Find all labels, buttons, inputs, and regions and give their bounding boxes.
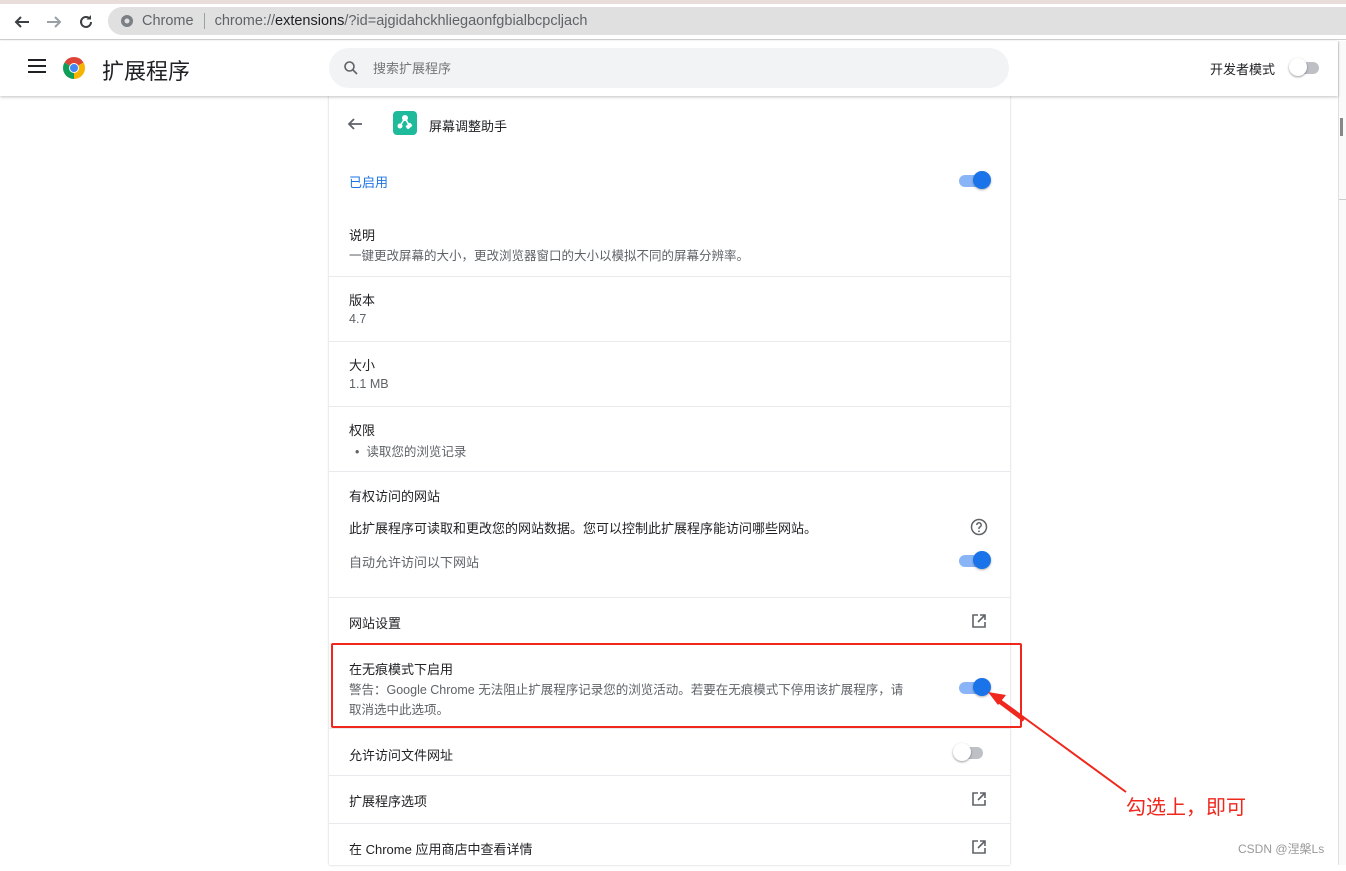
webstore-label: 在 Chrome 应用商店中查看详情 bbox=[349, 842, 533, 857]
reload-button[interactable] bbox=[74, 10, 98, 34]
open-in-new-icon[interactable] bbox=[971, 839, 987, 855]
search-box[interactable] bbox=[329, 48, 1009, 88]
reload-icon bbox=[80, 15, 92, 28]
extension-details-card: 屏幕调整助手 已启用 说明 一键更改屏幕的大小，更改浏览器窗口的大小以模拟不同的… bbox=[329, 96, 1010, 865]
omnibox-site-label: Chrome bbox=[142, 13, 194, 29]
permission-item: • 读取您的浏览记录 bbox=[355, 445, 467, 459]
permission-text: 读取您的浏览记录 bbox=[366, 445, 467, 459]
extension-options-label: 扩展程序选项 bbox=[349, 794, 428, 809]
url-scheme: chrome:// bbox=[214, 13, 276, 29]
search-icon bbox=[344, 61, 358, 75]
version-value: 4.7 bbox=[349, 312, 367, 326]
chrome-logo-icon bbox=[63, 57, 85, 79]
watermark: CSDN @涅槃Ls bbox=[1238, 842, 1325, 856]
url-host: extensions bbox=[275, 13, 345, 29]
scrollbar-thumb[interactable] bbox=[1340, 118, 1343, 136]
url-path: /?id=ajgidahckhliegaonfgbialbcpcljach bbox=[344, 13, 588, 29]
open-in-new-icon[interactable] bbox=[971, 613, 987, 629]
webstore-row[interactable]: 在 Chrome 应用商店中查看详情 bbox=[329, 823, 1010, 871]
url-text: chrome://extensions/?id=ajgidahckhliegao… bbox=[215, 13, 588, 29]
page-scrollbar[interactable] bbox=[1338, 41, 1346, 865]
search-input[interactable] bbox=[373, 60, 973, 76]
page-title: 扩展程序 bbox=[102, 59, 191, 84]
address-bar[interactable]: Chrome chrome://extensions/?id=ajgidahck… bbox=[108, 7, 1346, 35]
file-urls-label: 允许访问文件网址 bbox=[349, 748, 454, 763]
browser-toolbar: Chrome chrome://extensions/?id=ajgidahck… bbox=[0, 4, 1346, 40]
size-value: 1.1 MB bbox=[349, 377, 389, 391]
forward-nav-button[interactable] bbox=[42, 10, 66, 34]
open-in-new-icon[interactable] bbox=[971, 791, 987, 807]
site-settings-label: 网站设置 bbox=[349, 616, 402, 631]
site-access-description: 此扩展程序可读取和更改您的网站数据。您可以控制此扩展程序能访问哪些网站。 bbox=[349, 521, 818, 536]
site-access-row: 有权访问的网站 此扩展程序可读取和更改您的网站数据。您可以控制此扩展程序能访问哪… bbox=[329, 471, 1010, 597]
dev-mode-toggle[interactable] bbox=[1289, 57, 1323, 77]
file-urls-row: 允许访问文件网址 bbox=[329, 728, 1010, 775]
chrome-site-icon bbox=[121, 15, 133, 27]
annotation-highlight-box bbox=[331, 643, 1022, 728]
dev-mode-label: 开发者模式 bbox=[1210, 62, 1276, 77]
extension-icon bbox=[393, 111, 417, 135]
enabled-label: 已启用 bbox=[349, 175, 389, 190]
permissions-label: 权限 bbox=[349, 423, 376, 438]
site-settings-row[interactable]: 网站设置 bbox=[329, 597, 1010, 643]
site-access-label: 有权访问的网站 bbox=[349, 489, 441, 504]
omnibox-separator bbox=[203, 13, 205, 29]
extension-options-row[interactable]: 扩展程序选项 bbox=[329, 775, 1010, 823]
size-label: 大小 bbox=[349, 358, 376, 373]
description-text: 一键更改屏幕的大小，更改浏览器窗口的大小以模拟不同的屏幕分辨率。 bbox=[349, 249, 750, 263]
description-label: 说明 bbox=[349, 228, 376, 243]
enabled-toggle[interactable] bbox=[957, 170, 991, 190]
permissions-row: 权限 • 读取您的浏览记录 bbox=[329, 406, 1010, 471]
arrow-left-icon bbox=[347, 118, 362, 130]
help-icon[interactable] bbox=[970, 518, 988, 536]
annotation-text: 勾选上，即可 bbox=[1126, 797, 1246, 819]
back-button[interactable] bbox=[347, 110, 363, 138]
enabled-row: 已启用 bbox=[329, 152, 1010, 208]
size-row: 大小 1.1 MB bbox=[329, 341, 1010, 406]
details-title-row: 屏幕调整助手 bbox=[329, 96, 1010, 152]
arrow-left-icon bbox=[14, 16, 29, 28]
arrow-right-icon bbox=[47, 16, 62, 28]
menu-icon[interactable] bbox=[28, 59, 46, 73]
description-row: 说明 一键更改屏幕的大小，更改浏览器窗口的大小以模拟不同的屏幕分辨率。 bbox=[329, 208, 1010, 276]
extension-name: 屏幕调整助手 bbox=[429, 119, 508, 134]
extensions-header: 扩展程序 开发者模式 bbox=[0, 41, 1338, 96]
back-nav-button[interactable] bbox=[10, 10, 34, 34]
auto-allow-toggle[interactable] bbox=[957, 550, 991, 570]
version-label: 版本 bbox=[349, 293, 376, 308]
auto-allow-label: 自动允许访问以下网站 bbox=[349, 555, 480, 570]
version-row: 版本 4.7 bbox=[329, 276, 1010, 341]
file-urls-toggle[interactable] bbox=[953, 742, 987, 762]
